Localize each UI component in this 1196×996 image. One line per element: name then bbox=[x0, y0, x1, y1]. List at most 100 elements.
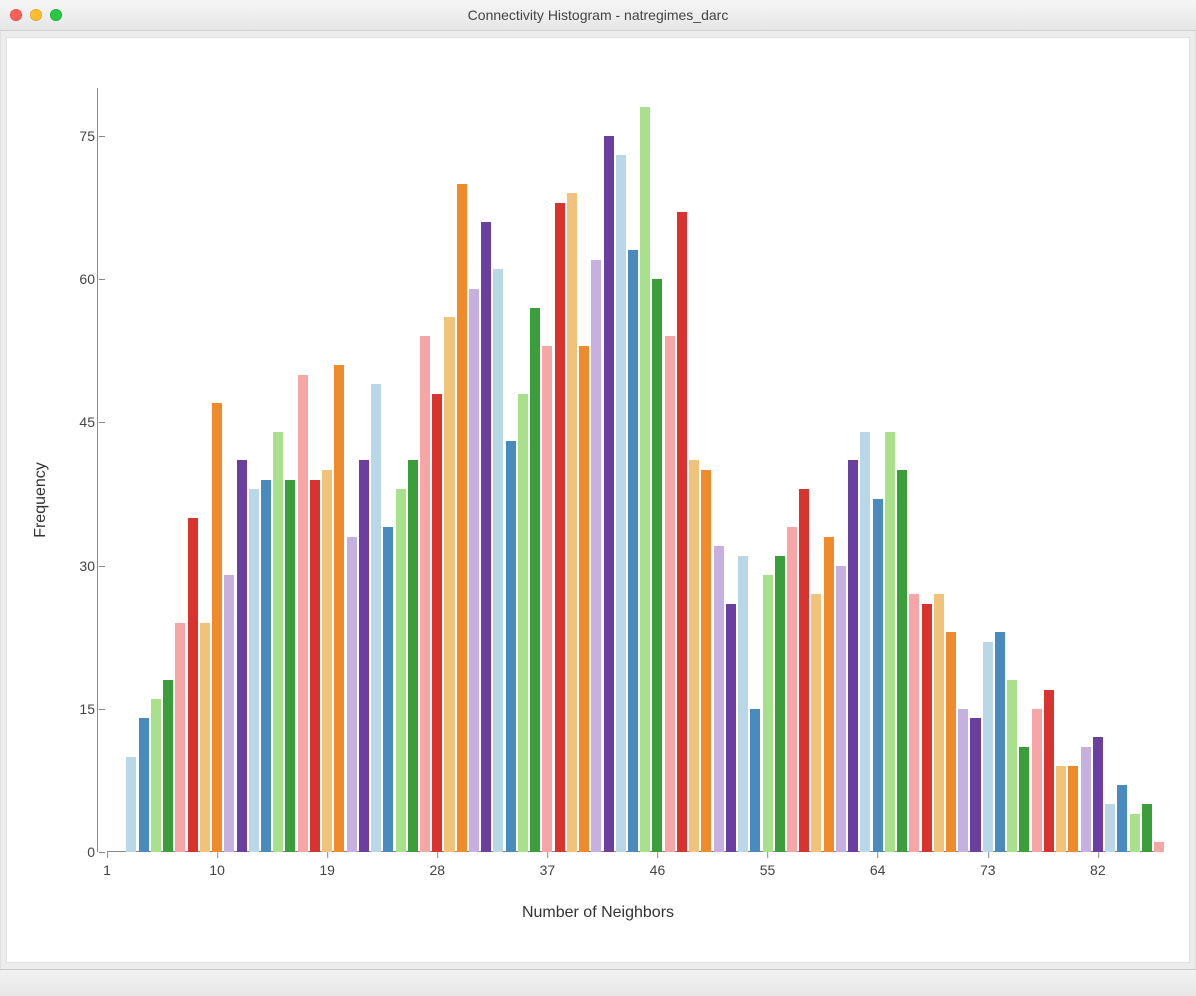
close-icon[interactable] bbox=[10, 9, 22, 21]
x-tick-label: 37 bbox=[540, 862, 556, 878]
histogram-bar[interactable] bbox=[873, 499, 883, 852]
histogram-bar[interactable] bbox=[481, 222, 491, 852]
histogram-bar[interactable] bbox=[579, 346, 589, 852]
histogram-bar[interactable] bbox=[1044, 690, 1054, 852]
histogram-bar[interactable] bbox=[139, 718, 149, 852]
histogram-bar[interactable] bbox=[701, 470, 711, 852]
histogram-bar[interactable] bbox=[897, 470, 907, 852]
histogram-bar[interactable] bbox=[261, 480, 271, 852]
histogram-bar[interactable] bbox=[151, 699, 161, 852]
histogram-bar[interactable] bbox=[628, 250, 638, 852]
histogram-bar[interactable] bbox=[775, 556, 785, 852]
histogram-bar[interactable] bbox=[714, 546, 724, 852]
x-tick-label: 1 bbox=[103, 862, 111, 878]
histogram-bar[interactable] bbox=[1093, 737, 1103, 852]
histogram-bar[interactable] bbox=[273, 432, 283, 852]
histogram-bar[interactable] bbox=[420, 336, 430, 852]
histogram-bar[interactable] bbox=[1019, 747, 1029, 852]
histogram-bar[interactable] bbox=[909, 594, 919, 852]
histogram-bar[interactable] bbox=[188, 518, 198, 852]
x-tick-label: 46 bbox=[650, 862, 666, 878]
histogram-bar[interactable] bbox=[934, 594, 944, 852]
histogram-bar[interactable] bbox=[811, 594, 821, 852]
histogram-bar[interactable] bbox=[249, 489, 259, 852]
histogram-bar[interactable] bbox=[1056, 766, 1066, 852]
minimize-icon[interactable] bbox=[30, 9, 42, 21]
histogram-bar[interactable] bbox=[457, 184, 467, 853]
y-axis-label: Frequency bbox=[32, 462, 50, 538]
histogram-bar[interactable] bbox=[836, 566, 846, 853]
histogram-bar[interactable] bbox=[885, 432, 895, 852]
histogram-bar[interactable] bbox=[1032, 709, 1042, 852]
y-tick-label: 75 bbox=[79, 128, 95, 144]
x-tick-label: 55 bbox=[760, 862, 776, 878]
histogram-bar[interactable] bbox=[983, 642, 993, 852]
histogram-bar[interactable] bbox=[506, 441, 516, 852]
histogram-bar[interactable] bbox=[432, 394, 442, 852]
histogram-bar[interactable] bbox=[763, 575, 773, 852]
histogram-bar[interactable] bbox=[396, 489, 406, 852]
histogram-bar[interactable] bbox=[359, 460, 369, 852]
histogram-bar[interactable] bbox=[665, 336, 675, 852]
histogram-bar[interactable] bbox=[493, 269, 503, 852]
histogram-bar[interactable] bbox=[1142, 804, 1152, 852]
zoom-icon[interactable] bbox=[50, 9, 62, 21]
histogram-bar[interactable] bbox=[298, 375, 308, 853]
histogram-bar[interactable] bbox=[604, 136, 614, 852]
histogram-bar[interactable] bbox=[640, 107, 650, 852]
histogram-bar[interactable] bbox=[799, 489, 809, 852]
histogram-bar[interactable] bbox=[518, 394, 528, 852]
histogram-bar[interactable] bbox=[616, 155, 626, 852]
histogram-bar[interactable] bbox=[958, 709, 968, 852]
histogram-bar[interactable] bbox=[652, 279, 662, 852]
histogram-bar[interactable] bbox=[542, 346, 552, 852]
histogram-bar[interactable] bbox=[738, 556, 748, 852]
histogram-bar[interactable] bbox=[371, 384, 381, 852]
histogram-bar[interactable] bbox=[469, 289, 479, 852]
histogram-bar[interactable] bbox=[285, 480, 295, 852]
histogram-bar[interactable] bbox=[860, 432, 870, 852]
histogram-bar[interactable] bbox=[995, 632, 1005, 852]
histogram-bar[interactable] bbox=[689, 460, 699, 852]
histogram-bar[interactable] bbox=[726, 604, 736, 852]
histogram-bar[interactable] bbox=[212, 403, 222, 852]
histogram-bar[interactable] bbox=[200, 623, 210, 852]
histogram-bar[interactable] bbox=[750, 709, 760, 852]
histogram-bar[interactable] bbox=[824, 537, 834, 852]
histogram-bar[interactable] bbox=[530, 308, 540, 852]
histogram-bar[interactable] bbox=[224, 575, 234, 852]
x-tick-label: 64 bbox=[870, 862, 886, 878]
histogram-bar[interactable] bbox=[567, 193, 577, 852]
histogram-bar[interactable] bbox=[1154, 842, 1164, 852]
titlebar[interactable]: Connectivity Histogram - natregimes_darc bbox=[0, 0, 1196, 31]
histogram-bar[interactable] bbox=[1007, 680, 1017, 852]
histogram-bar[interactable] bbox=[383, 527, 393, 852]
histogram-bar[interactable] bbox=[1105, 804, 1115, 852]
histogram-bar[interactable] bbox=[1068, 766, 1078, 852]
histogram-bar[interactable] bbox=[1081, 747, 1091, 852]
histogram-bar[interactable] bbox=[555, 203, 565, 852]
histogram-bar[interactable] bbox=[922, 604, 932, 852]
histogram-bar[interactable] bbox=[970, 718, 980, 852]
histogram-bar[interactable] bbox=[591, 260, 601, 852]
histogram-bar[interactable] bbox=[237, 460, 247, 852]
histogram-bar[interactable] bbox=[946, 632, 956, 852]
histogram-bar[interactable] bbox=[677, 212, 687, 852]
histogram-bar[interactable] bbox=[310, 480, 320, 852]
histogram-bar[interactable] bbox=[408, 460, 418, 852]
window-controls bbox=[10, 9, 62, 21]
plot-area: 015304560751101928374655647382 bbox=[107, 88, 1159, 852]
histogram-bar[interactable] bbox=[444, 317, 454, 852]
histogram-bar[interactable] bbox=[334, 365, 344, 852]
histogram-bar[interactable] bbox=[126, 757, 136, 853]
histogram-bar[interactable] bbox=[787, 527, 797, 852]
histogram-bar[interactable] bbox=[1130, 814, 1140, 852]
histogram-bar[interactable] bbox=[163, 680, 173, 852]
statusbar bbox=[0, 969, 1196, 996]
histogram-bar[interactable] bbox=[322, 470, 332, 852]
histogram-bar[interactable] bbox=[848, 460, 858, 852]
histogram-bar[interactable] bbox=[347, 537, 357, 852]
histogram-bar[interactable] bbox=[175, 623, 185, 852]
histogram-bar[interactable] bbox=[1117, 785, 1127, 852]
chart-canvas[interactable]: Frequency Number of Neighbors 0153045607… bbox=[6, 37, 1190, 963]
